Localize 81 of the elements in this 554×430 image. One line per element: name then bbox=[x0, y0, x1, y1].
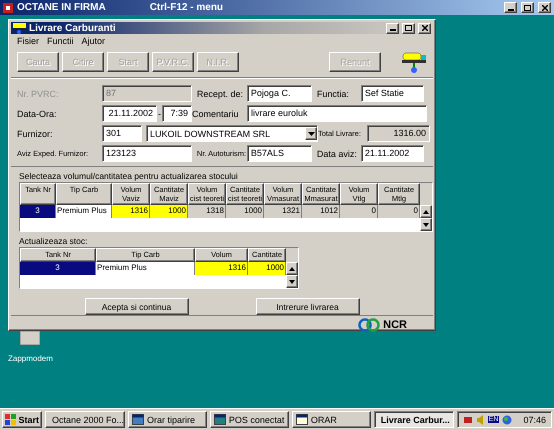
grid-cell[interactable]: 1316 bbox=[195, 262, 248, 275]
field-label: Furnizor: bbox=[17, 128, 54, 138]
input-field[interactable]: 7:39 bbox=[162, 105, 192, 122]
taskbar-button[interactable]: POS conectat bbox=[210, 411, 289, 428]
section-caption: Actualizeaza stoc: bbox=[19, 236, 89, 246]
grid-cell[interactable]: 3 bbox=[20, 262, 96, 275]
maximize-icon bbox=[524, 4, 531, 10]
ncr-logo-icon bbox=[358, 318, 380, 332]
clock: 07:46 bbox=[523, 414, 546, 424]
close-button[interactable] bbox=[418, 22, 431, 34]
app-icon bbox=[3, 2, 13, 12]
down-arrow-icon bbox=[289, 280, 295, 284]
tanker-icon bbox=[13, 22, 26, 34]
window-icon bbox=[132, 414, 144, 425]
grid-cell[interactable]: 1012 bbox=[302, 205, 340, 218]
grid-cell[interactable]: 1318 bbox=[188, 205, 226, 218]
section-caption: Selecteaza volumul/cantitatea pentru actualizarea stocului bbox=[19, 171, 239, 181]
maximize-button[interactable] bbox=[521, 2, 534, 13]
up-arrow-icon bbox=[423, 210, 429, 214]
field-label: Nr. PVRC: bbox=[17, 88, 60, 98]
taskbar-button[interactable]: Octane 2000 Fo... bbox=[45, 411, 125, 428]
app-title: OCTANE IN FIRMA bbox=[17, 2, 106, 13]
brand-logo: NCR bbox=[383, 319, 407, 331]
menu-item[interactable]: Functii bbox=[47, 36, 74, 46]
scroll-down-button[interactable] bbox=[420, 218, 432, 231]
menu-item[interactable]: Ajutor bbox=[82, 36, 106, 46]
field-label: Functia: bbox=[316, 88, 350, 98]
taskbar-button[interactable]: Livrare Carbur... bbox=[374, 411, 454, 428]
tanker-truck-icon bbox=[401, 50, 427, 74]
up-arrow-icon bbox=[289, 266, 295, 270]
input-field[interactable]: B57ALS bbox=[246, 145, 312, 162]
input-field: 1316.00 bbox=[367, 125, 430, 142]
separator-text: - bbox=[157, 108, 162, 118]
input-field[interactable]: 123123 bbox=[102, 145, 192, 162]
maximize-icon bbox=[405, 25, 412, 31]
action-button[interactable]: Intrerure livrarea bbox=[256, 298, 360, 315]
grid-cell[interactable]: 1316 bbox=[112, 205, 150, 218]
input-field[interactable]: Sef Statie bbox=[360, 85, 424, 102]
start-button[interactable]: Start bbox=[2, 411, 42, 428]
windows-logo-icon bbox=[5, 414, 16, 425]
scroll-up-button[interactable] bbox=[420, 205, 432, 218]
field-label: Recept. de: bbox=[196, 88, 244, 98]
grid-cell[interactable]: 1000 bbox=[150, 205, 188, 218]
grid-cell[interactable]: Premium Plus bbox=[96, 262, 195, 275]
scroll-up-button[interactable] bbox=[286, 262, 298, 275]
dialog-title: Livrare Carburanti bbox=[29, 22, 116, 34]
grid-cell[interactable]: 1321 bbox=[264, 205, 302, 218]
minimize-button[interactable] bbox=[504, 2, 517, 13]
input-field[interactable]: 301 bbox=[102, 125, 142, 142]
maximize-button[interactable] bbox=[402, 22, 415, 34]
grid-cell[interactable]: Premium Plus bbox=[56, 205, 112, 218]
field-label: Data aviz: bbox=[316, 148, 358, 158]
globe-icon bbox=[502, 414, 512, 424]
field-label: Data-Ora: bbox=[17, 108, 58, 118]
desktop-icon-label[interactable]: Zappmodem bbox=[8, 354, 53, 363]
close-button[interactable] bbox=[538, 2, 551, 13]
menu-item[interactable]: Fisier bbox=[17, 36, 39, 46]
grid-cell[interactable]: 0 bbox=[378, 205, 420, 218]
taskbar-button[interactable]: ORAR bbox=[292, 411, 371, 428]
grid-cell[interactable]: 1000 bbox=[226, 205, 264, 218]
input-field[interactable]: 21.11.2002 bbox=[102, 105, 157, 122]
down-arrow-icon bbox=[423, 222, 429, 226]
taskbar-button[interactable]: Orar tiparire bbox=[128, 411, 207, 428]
field-label: Comentariu bbox=[192, 108, 240, 118]
minimize-button[interactable] bbox=[386, 22, 399, 34]
window-icon bbox=[296, 414, 308, 425]
window-icon bbox=[214, 414, 226, 425]
input-field[interactable]: Pojoga C. bbox=[246, 85, 312, 102]
grid-cell[interactable]: 3 bbox=[20, 205, 56, 218]
action-button[interactable]: Acepta si continua bbox=[84, 298, 188, 315]
grid-cell[interactable]: 1000 bbox=[248, 262, 286, 275]
input-field: 87 bbox=[102, 85, 192, 102]
scroll-down-button[interactable] bbox=[286, 275, 298, 288]
grid-cell[interactable]: 0 bbox=[340, 205, 378, 218]
close-icon bbox=[422, 25, 428, 31]
input-field[interactable]: livrare euroluk bbox=[247, 105, 427, 122]
input-field[interactable]: 21.11.2002 bbox=[360, 145, 424, 162]
menu-hint: Ctrl-F12 - menu bbox=[150, 2, 224, 13]
speaker-icon bbox=[476, 414, 485, 424]
supplier-dropdown[interactable]: LUKOIL DOWNSTREAM SRL bbox=[146, 125, 318, 142]
close-icon bbox=[542, 4, 548, 10]
